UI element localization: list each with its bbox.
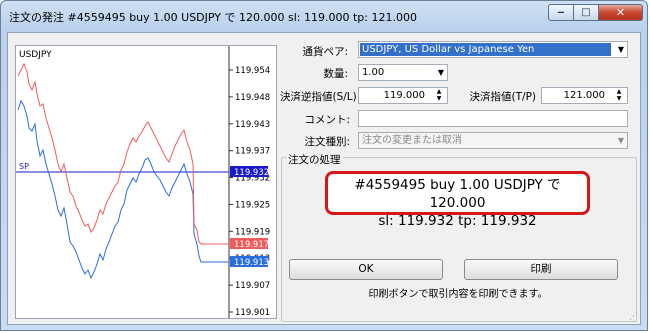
result-message-box: #4559495 buy 1.00 USDJPY で 120.000 sl: 1… [325, 171, 590, 229]
result-line-2: sl: 119.932 tp: 119.932 [378, 213, 537, 229]
sl-price-label: 119.932 [234, 168, 269, 178]
chevron-down-icon: ▼ [617, 45, 624, 54]
comment-label: コメント: [304, 114, 350, 126]
sl-line-label: SP [19, 162, 29, 171]
order-type-select[interactable]: 注文の変更または取消 ▼ [358, 132, 628, 149]
print-hint: 印刷ボタンで取引内容を印刷できます。 [368, 289, 548, 300]
symbol-label: 通貨ペア: [302, 46, 348, 58]
tp-input-value: 121.000 [563, 90, 605, 101]
chevron-down-icon: ▼ [437, 68, 444, 77]
spin-down-icon[interactable]: ▼ [612, 95, 626, 103]
price-tick-label: 119.925 [235, 200, 270, 210]
chevron-down-icon: ▼ [617, 136, 624, 145]
sl-input[interactable]: 119.000 ▲ ▼ [358, 87, 448, 104]
ask-price-label: 119.917 [234, 240, 269, 250]
volume-label: 数量: [323, 68, 348, 80]
price-tick-label: 119.948 [235, 93, 270, 103]
order-type-label: 注文種別: [304, 136, 350, 148]
price-tick-label: 119.907 [235, 281, 270, 291]
price-ticks: 119.954 119.948 119.943 119.937 119.932 119.9… [229, 66, 270, 318]
chart-ask-line [17, 62, 229, 245]
print-button[interactable]: 印刷 [464, 259, 618, 280]
price-tick-label: 119.954 [235, 66, 270, 76]
price-tick-label: 119.901 [235, 308, 270, 318]
tp-label: 決済指値(T/P) [469, 91, 536, 103]
resize-grip-icon[interactable]: ⋰ [629, 312, 638, 322]
comment-input[interactable] [358, 110, 628, 127]
order-type-value: 注文の変更または取消 [362, 135, 462, 146]
result-line-1: #4559495 buy 1.00 USDJPY で 120.000 [354, 177, 561, 211]
chart-symbol: USDJPY [19, 50, 52, 60]
sl-spinner[interactable]: ▲ ▼ [432, 89, 446, 102]
sl-label: 決済逆指値(S/L) [280, 91, 357, 103]
title-bar[interactable]: 注文の発注 #4559495 buy 1.00 USDJPY で 120.000… [1, 1, 647, 31]
symbol-select[interactable]: USDJPY, US Dollar vs Japanese Yen ▼ [358, 41, 628, 58]
chart-bid-line [17, 99, 229, 280]
tick-chart: 119.954 119.948 119.943 119.937 119.932 119.9… [15, 45, 277, 319]
tp-input[interactable]: 121.000 ▲ ▼ [541, 87, 628, 104]
window-title: 注文の発注 #4559495 buy 1.00 USDJPY で 120.000… [9, 11, 417, 24]
order-dialog: 注文の発注 #4559495 buy 1.00 USDJPY で 120.000… [0, 0, 648, 331]
processing-group-title: 注文の処理 [286, 152, 343, 167]
close-button[interactable]: ✕ [599, 4, 643, 21]
tp-spinner[interactable]: ▲ ▼ [612, 89, 626, 102]
bid-price-label: 119.913 [234, 258, 269, 268]
sl-input-value: 119.000 [383, 90, 425, 101]
volume-value: 1.00 [362, 67, 385, 78]
chart-canvas: 119.954 119.948 119.943 119.937 119.932 119.9… [16, 46, 270, 318]
dialog-body: 119.954 119.948 119.943 119.937 119.932 119.9… [7, 32, 641, 325]
symbol-select-value: USDJPY, US Dollar vs Japanese Yen [360, 43, 611, 56]
volume-select[interactable]: 1.00 ▼ [358, 64, 448, 81]
minimize-button[interactable]: ‒ [548, 4, 574, 21]
maximize-button[interactable]: □ [574, 4, 599, 21]
price-tick-label: 119.919 [235, 227, 270, 237]
price-tick-label: 119.937 [235, 147, 270, 157]
spin-down-icon[interactable]: ▼ [432, 95, 446, 103]
price-tick-label: 119.943 [235, 120, 270, 130]
ok-button[interactable]: OK [289, 259, 443, 280]
